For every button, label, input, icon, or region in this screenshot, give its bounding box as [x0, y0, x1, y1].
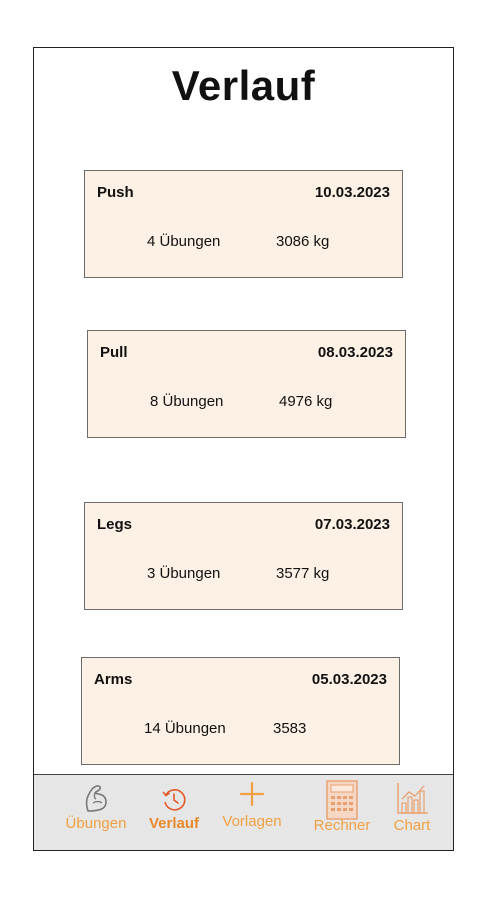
page-title: Verlauf — [171, 62, 316, 109]
workout-date: 08.03.2023 — [317, 344, 393, 361]
workout-name: Pull — [100, 344, 128, 361]
workout-name: Push — [97, 184, 134, 201]
tab-rechner[interactable]: Rechner — [304, 775, 380, 850]
exercise-count: 8 Übungen — [150, 393, 224, 410]
tab-label: Verlauf — [148, 815, 200, 832]
tab-label: Rechner — [313, 817, 371, 834]
workout-name: Legs — [97, 516, 133, 533]
workout-date: 10.03.2023 — [314, 184, 390, 201]
workout-card-pull[interactable]: Pull 08.03.2023 8 Übungen 4976 kg — [87, 330, 406, 438]
bar-chart-icon — [395, 781, 429, 820]
exercise-count: 4 Übungen — [147, 233, 221, 250]
workout-name: Arms — [94, 671, 133, 688]
workout-card-legs[interactable]: Legs 07.03.2023 3 Übungen 3577 kg — [84, 502, 403, 610]
app-frame: Verlauf Push 10.03.2023 4 Übungen 3086 k… — [33, 47, 454, 851]
workout-card-push[interactable]: Push 10.03.2023 4 Übungen 3086 kg — [84, 170, 403, 278]
total-weight: 3583 — [273, 720, 307, 737]
total-weight: 4976 kg — [279, 393, 333, 410]
tab-verlauf[interactable]: Verlauf — [138, 775, 210, 850]
workout-card-arms[interactable]: Arms 05.03.2023 14 Übungen 3583 — [81, 657, 400, 765]
exercise-count: 14 Übungen — [144, 720, 226, 737]
total-weight: 3577 kg — [276, 565, 330, 582]
workout-date: 07.03.2023 — [314, 516, 390, 533]
total-weight: 3086 kg — [276, 233, 330, 250]
tab-label: Vorlagen — [222, 813, 282, 830]
tab-bar: Übungen Verlauf Vorlagen Rechner Chart — [34, 774, 453, 850]
tab-uebungen[interactable]: Übungen — [60, 775, 132, 850]
workout-date: 05.03.2023 — [311, 671, 387, 688]
tab-vorlagen[interactable]: Vorlagen — [214, 775, 290, 850]
clock-history-icon — [161, 787, 187, 818]
tab-label: Chart — [393, 817, 431, 834]
exercise-count: 3 Übungen — [147, 565, 221, 582]
tab-label: Übungen — [65, 815, 127, 832]
flexed-arm-icon — [80, 783, 112, 818]
tab-chart[interactable]: Chart — [380, 775, 444, 850]
plus-icon — [239, 781, 265, 812]
